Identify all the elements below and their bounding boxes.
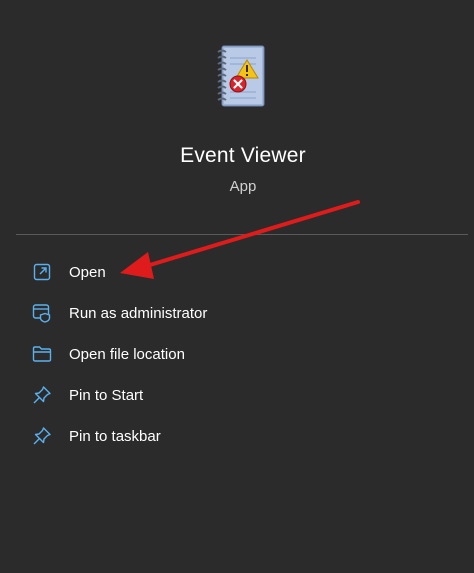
- pin-icon: [31, 384, 53, 406]
- open-external-icon: [31, 261, 53, 283]
- app-header: Event Viewer App: [0, 0, 474, 215]
- menu-item-pin-to-taskbar[interactable]: Pin to taskbar: [20, 416, 460, 456]
- menu-item-label: Pin to taskbar: [69, 427, 161, 445]
- menu-item-label: Open: [69, 263, 106, 281]
- menu-item-label: Open file location: [69, 345, 185, 363]
- menu-item-label: Run as administrator: [69, 304, 208, 322]
- pin-icon: [31, 425, 53, 447]
- divider: [16, 234, 468, 235]
- menu-item-label: Pin to Start: [69, 386, 144, 404]
- app-type-label: App: [229, 178, 257, 195]
- folder-icon: [31, 343, 53, 365]
- menu-item-open[interactable]: Open: [20, 252, 460, 292]
- app-title: Event Viewer: [180, 144, 306, 167]
- menu-item-run-as-administrator[interactable]: Run as administrator: [20, 293, 460, 333]
- menu-item-pin-to-start[interactable]: Pin to Start: [20, 375, 460, 415]
- event-viewer-icon: [214, 42, 272, 112]
- menu-item-open-file-location[interactable]: Open file location: [20, 334, 460, 374]
- run-as-admin-icon: [31, 302, 53, 324]
